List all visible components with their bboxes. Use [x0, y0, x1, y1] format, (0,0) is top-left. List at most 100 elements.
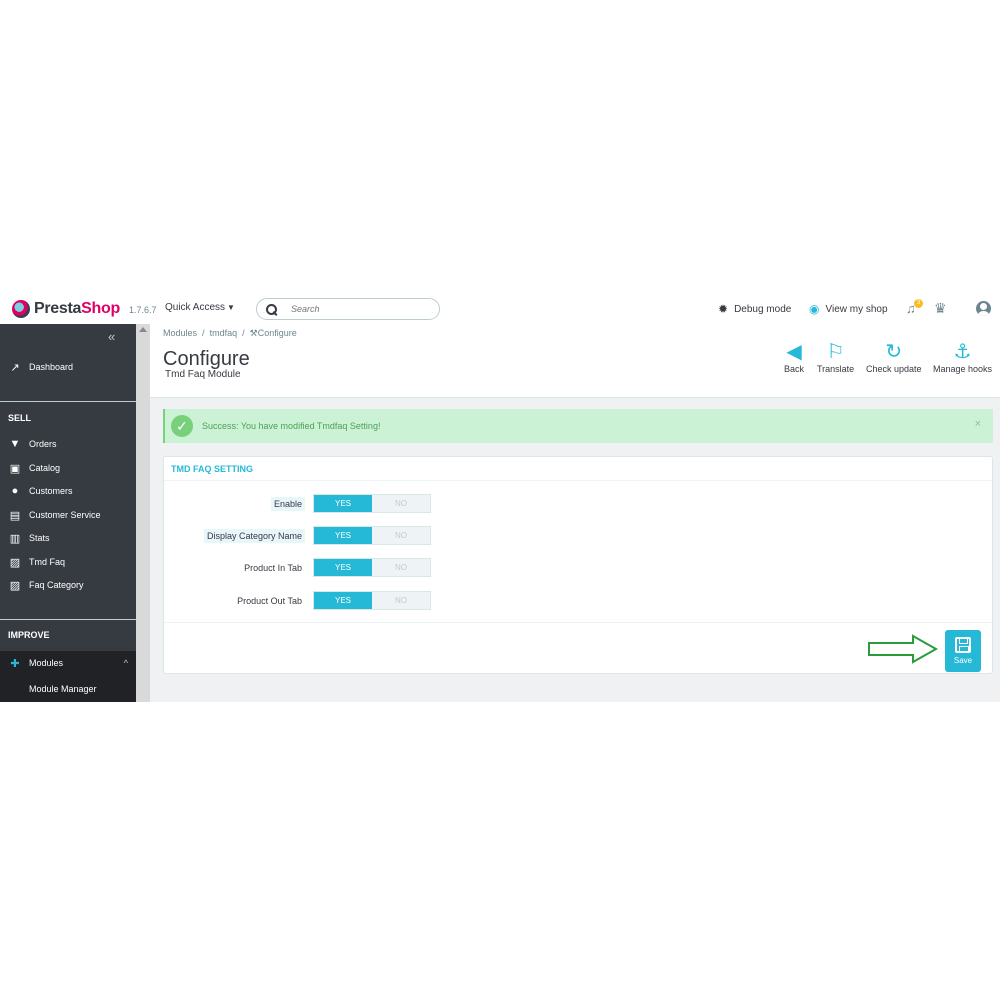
puzzle-icon: ✚: [10, 657, 20, 670]
sidebar-item-label: Stats: [29, 533, 50, 543]
breadcrumb-separator: /: [239, 328, 248, 338]
bug-icon: ✹: [718, 302, 729, 316]
toggle-no-option[interactable]: NO: [372, 592, 430, 609]
trophy-icon[interactable]: ♛: [934, 300, 947, 317]
sidebar-scrollbar[interactable]: [136, 324, 150, 702]
sidebar-item-label: Orders: [29, 439, 57, 449]
image-icon: ▨: [9, 556, 21, 569]
toggle-no-option[interactable]: NO: [372, 495, 430, 512]
debug-mode-label: Debug mode: [734, 303, 792, 315]
green-arrow-icon: [868, 634, 939, 664]
enable-toggle[interactable]: YES NO: [313, 494, 431, 513]
quick-access-dropdown[interactable]: Quick Access ▼: [165, 302, 235, 313]
back-button[interactable]: ◀ Back: [784, 340, 804, 374]
view-shop-label: View my shop: [825, 303, 888, 315]
sidebar-item-label: Tmd Faq: [29, 557, 66, 567]
toggle-no-option[interactable]: NO: [372, 527, 430, 544]
translate-label: Translate: [817, 364, 855, 374]
sidebar-item-tmd-faq[interactable]: ▨ Tmd Faq: [0, 552, 136, 572]
toggle-yes-option[interactable]: YES: [314, 495, 372, 512]
check-update-label: Check update: [866, 364, 922, 374]
shopping-basket-icon: ▼: [9, 438, 21, 450]
view-shop-link[interactable]: ◉ View my shop: [809, 303, 888, 315]
user-avatar-icon[interactable]: [976, 301, 991, 316]
sidebar-item-dashboard[interactable]: ↗ Dashboard: [0, 357, 136, 377]
logo-text: PrestaShop: [34, 300, 120, 318]
debug-mode-link[interactable]: ✹ Debug mode: [718, 303, 791, 315]
sidebar-divider: [0, 401, 136, 402]
scroll-up-arrow-icon[interactable]: [139, 327, 147, 332]
section-title-improve: IMPROVE: [8, 630, 50, 640]
breadcrumb-modules[interactable]: Modules: [163, 328, 197, 338]
back-label: Back: [784, 364, 805, 374]
sidebar-subitem-module-manager[interactable]: Module Manager: [0, 675, 136, 702]
bar-chart-icon: ▥: [9, 532, 21, 545]
save-button[interactable]: Save: [945, 630, 981, 672]
page-subtitle: Tmd Faq Module: [165, 369, 241, 380]
search-box[interactable]: [256, 298, 440, 320]
sidebar: « ↗ Dashboard SELL ▼ Orders ▣ Catalog ● …: [0, 324, 136, 702]
arrow-circle-left-icon: ◀: [786, 341, 802, 363]
sidebar-item-label: Module Manager: [29, 683, 97, 694]
breadcrumb-separator: /: [199, 328, 208, 338]
collapse-sidebar-icon[interactable]: «: [108, 329, 115, 344]
sidebar-item-label: Faq Category: [29, 580, 84, 590]
product-out-tab-toggle[interactable]: YES NO: [313, 591, 431, 610]
form-label: Product In Tab: [244, 563, 302, 573]
floppy-disk-icon: [955, 637, 971, 653]
form-label: Enable: [270, 497, 305, 511]
breadcrumb-tmdfaq[interactable]: tmdfaq: [210, 328, 238, 338]
success-alert: ✓ Success: You have modified Tmdfaq Sett…: [163, 409, 993, 443]
sidebar-divider: [0, 619, 136, 620]
form-row-product-in-tab: Product In Tab YES NO: [164, 558, 994, 578]
sidebar-item-label: Customer Service: [29, 510, 101, 520]
manage-hooks-button[interactable]: ⚓ Manage hooks: [933, 340, 992, 374]
sidebar-item-label: Customers: [29, 486, 73, 496]
section-title-sell: SELL: [8, 413, 32, 423]
chevron-up-icon: ^: [123, 658, 128, 668]
product-in-tab-toggle[interactable]: YES NO: [313, 558, 431, 577]
sidebar-item-stats[interactable]: ▥ Stats: [0, 528, 136, 548]
refresh-icon: ↻: [885, 341, 903, 363]
toggle-yes-option[interactable]: YES: [314, 559, 372, 576]
sidebar-item-faq-category[interactable]: ▨ Faq Category: [0, 575, 136, 595]
prestashop-logo[interactable]: PrestaShop: [12, 300, 120, 318]
display-category-name-toggle[interactable]: YES NO: [313, 526, 431, 545]
account-circle-icon: ●: [11, 485, 19, 497]
check-update-button[interactable]: ↻ Check update: [866, 340, 922, 374]
panel-footer-divider: [164, 622, 992, 623]
store-icon: ▣: [9, 462, 21, 475]
wrench-icon: ⚒: [249, 328, 258, 338]
sidebar-item-modules[interactable]: ✚ Modules ^: [0, 651, 136, 675]
logo-prefix: Presta: [34, 300, 82, 317]
form-row-product-out-tab: Product Out Tab YES NO: [164, 591, 994, 611]
sidebar-item-customers[interactable]: ● Customers: [0, 481, 136, 501]
breadcrumb-configure: Configure: [257, 328, 297, 338]
anchor-icon: ⚓: [953, 341, 972, 363]
form-label: Display Category Name: [203, 529, 305, 543]
puffin-logo-icon: [12, 300, 30, 318]
sidebar-item-orders[interactable]: ▼ Orders: [0, 434, 136, 454]
toggle-no-option[interactable]: NO: [372, 559, 430, 576]
flag-icon: ⚐: [826, 341, 845, 363]
translate-button[interactable]: ⚐ Translate: [817, 340, 854, 374]
page-title: Configure: [163, 348, 250, 370]
toggle-yes-option[interactable]: YES: [314, 527, 372, 544]
eye-icon: ◉: [809, 302, 820, 316]
toggle-yes-option[interactable]: YES: [314, 592, 372, 609]
notification-badge: 3: [914, 299, 923, 308]
close-icon[interactable]: ×: [975, 418, 981, 430]
sidebar-item-label: Catalog: [29, 463, 61, 473]
search-icon[interactable]: [266, 303, 277, 315]
image-icon: ▨: [9, 579, 21, 592]
form-row-display-category-name: Display Category Name YES NO: [164, 526, 994, 546]
search-input[interactable]: [291, 304, 431, 314]
version-label: 1.7.6.7: [129, 305, 157, 315]
sidebar-item-catalog[interactable]: ▣ Catalog: [0, 458, 136, 478]
alert-message: Success: You have modified Tmdfaq Settin…: [202, 421, 381, 431]
sidebar-item-customer-service[interactable]: ▤ Customer Service: [0, 505, 136, 525]
app-window: PrestaShop 1.7.6.7 Quick Access▼ ✹ Debug…: [0, 294, 1000, 702]
form-row-enable: Enable YES NO: [164, 494, 994, 514]
chat-icon: ▤: [9, 509, 21, 522]
sidebar-item-label: Modules: [29, 658, 64, 668]
